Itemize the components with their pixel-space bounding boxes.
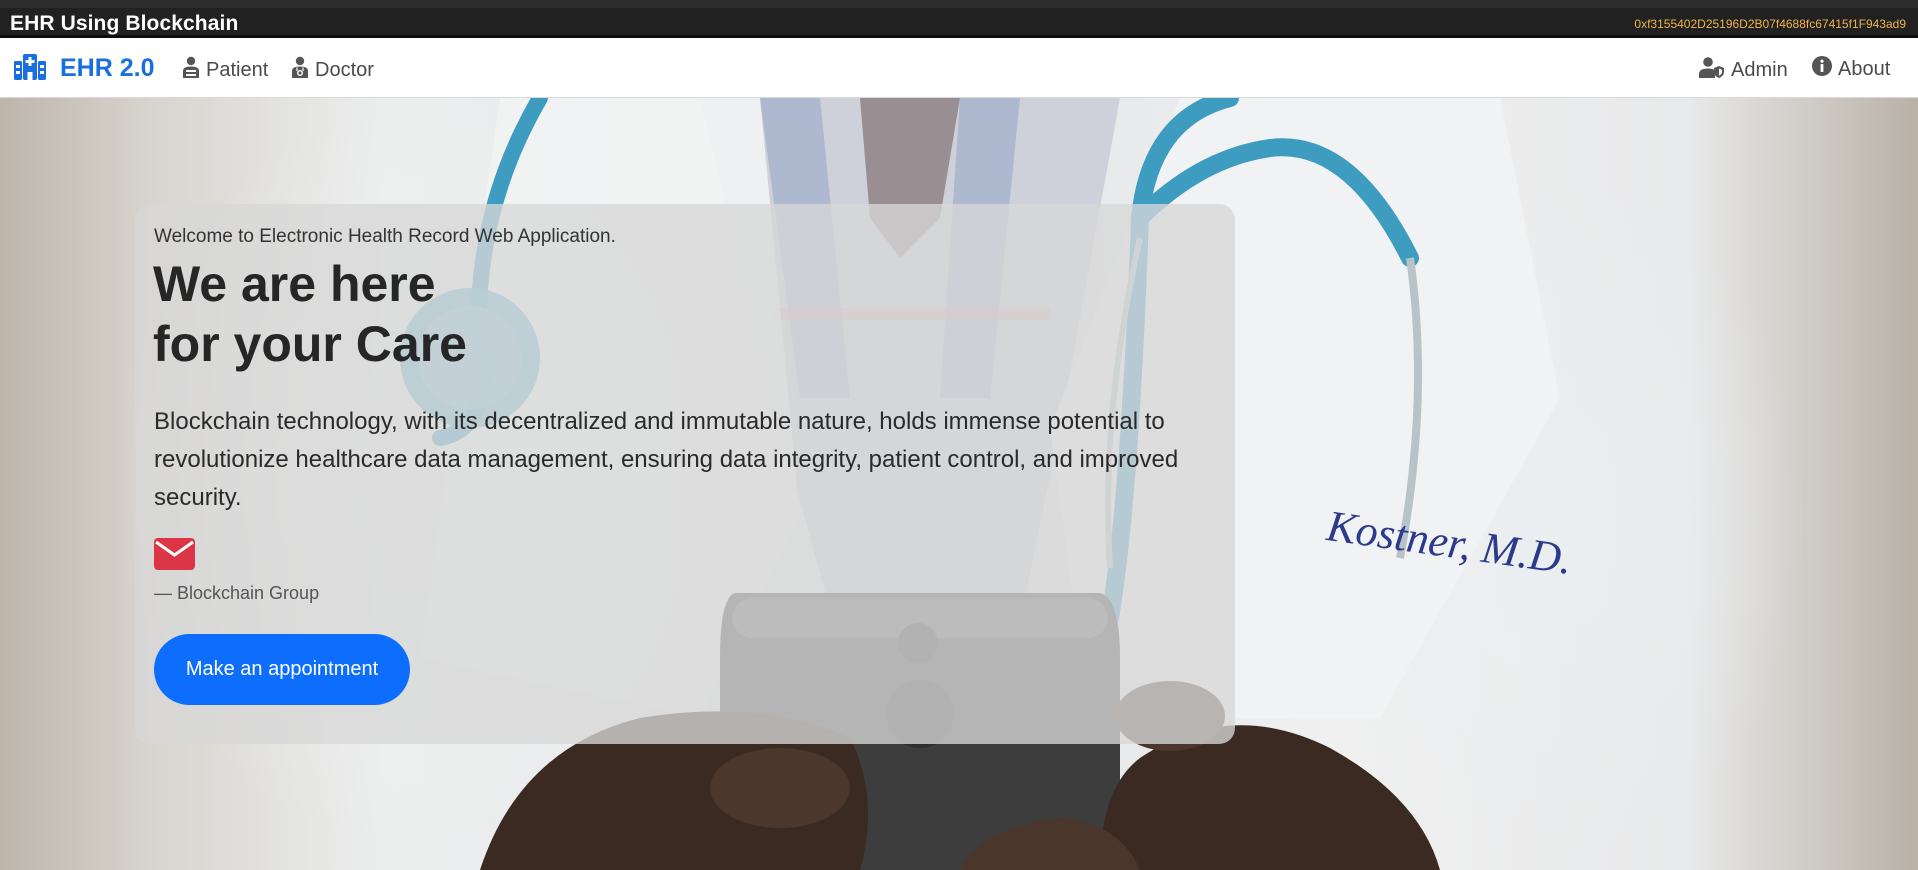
nav-doctor-label: Doctor [315,58,374,81]
hero-card: Welcome to Electronic Health Record Web … [135,204,1235,744]
brand-link[interactable]: EHR 2.0 [14,52,154,85]
brand-name: EHR 2.0 [60,54,155,82]
nav-admin-label: Admin [1731,58,1788,81]
title-bar: EHR Using Blockchain 0xf3155402D25196D2B… [0,0,1918,38]
headline-line-1: We are here [153,256,436,312]
nav-admin[interactable]: Admin [1699,56,1788,84]
nav-patient[interactable]: Patient [182,56,268,84]
nav-about[interactable]: About [1812,56,1890,82]
headline-line-2: for your Care [153,316,467,372]
attribution: — Blockchain Group [154,583,320,603]
app-title: EHR Using Blockchain [10,12,239,35]
envelope-icon[interactable] [154,538,195,575]
hero-headline: We are here for your Care [153,254,467,374]
hospital-icon [14,52,46,85]
nav-patient-label: Patient [206,58,269,81]
patient-icon [182,56,206,84]
make-appointment-button[interactable]: Make an appointment [154,634,410,705]
welcome-text: Welcome to Electronic Health Record Web … [154,226,616,247]
hero-section: Kostner, M.D. Welcome to Electronic Heal… [0,98,1918,870]
nav-doctor[interactable]: Doctor [291,56,374,84]
hero-description: Blockchain technology, with its decentra… [154,408,1179,511]
navbar: EHR 2.0 Patient Doctor Admin About [0,38,1918,98]
doctor-icon [291,56,315,84]
wallet-address: 0xf3155402D25196D2B07f4688fc67415f1F943a… [1634,17,1906,31]
admin-icon [1699,56,1731,84]
nav-about-label: About [1838,57,1891,80]
info-icon [1812,56,1838,82]
